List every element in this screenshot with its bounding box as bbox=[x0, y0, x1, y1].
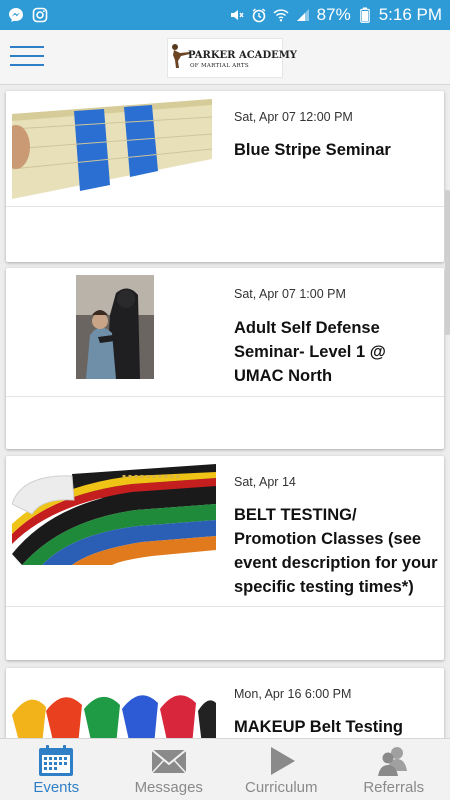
wifi-icon bbox=[273, 7, 289, 23]
nav-tab-curriculum[interactable]: Curriculum bbox=[225, 739, 338, 800]
scrollbar-thumb[interactable] bbox=[445, 190, 450, 335]
event-card[interactable]: Mon, Apr 16 6:00 PM MAKEUP Belt Testing bbox=[6, 668, 444, 738]
mute-icon bbox=[229, 7, 245, 23]
card-divider bbox=[6, 396, 444, 397]
colored-belts-image: ▪ ▪ ▪ ▪ ▪ ▪ ▪ ▪ ▪ ▪ bbox=[12, 464, 216, 565]
nav-tab-messages[interactable]: Messages bbox=[113, 739, 226, 800]
event-date: Mon, Apr 16 6:00 PM bbox=[234, 687, 352, 701]
nav-label-referrals: Referrals bbox=[363, 779, 425, 796]
logo-subtitle: OF MARTIAL ARTS bbox=[190, 63, 249, 69]
instagram-icon bbox=[32, 7, 48, 23]
self-defense-photo bbox=[76, 275, 154, 379]
status-bar: 87% 5:16 PM bbox=[0, 0, 450, 30]
card-divider bbox=[6, 206, 444, 207]
event-title[interactable]: Adult Self Defense Seminar- Level 1 @ UM… bbox=[234, 316, 439, 388]
battery-icon bbox=[357, 7, 373, 23]
event-title[interactable]: Blue Stripe Seminar bbox=[234, 138, 439, 162]
event-card[interactable]: Sat, Apr 07 12:00 PM Blue Stripe Seminar bbox=[6, 91, 444, 262]
calendar-icon bbox=[39, 745, 74, 776]
event-title[interactable]: BELT TESTING/ Promotion Classes (see eve… bbox=[234, 503, 439, 599]
nav-tab-events[interactable]: Events bbox=[0, 739, 113, 800]
nav-label-messages: Messages bbox=[134, 779, 203, 796]
academy-logo: PARKER ACADEMY OF MARTIAL ARTS bbox=[167, 38, 297, 78]
app-header: PARKER ACADEMY OF MARTIAL ARTS bbox=[0, 30, 450, 85]
svg-text:▪ ▪ ▪ ▪ ▪ ▪ ▪ ▪ ▪ ▪: ▪ ▪ ▪ ▪ ▪ ▪ ▪ ▪ ▪ ▪ bbox=[122, 473, 180, 480]
event-date: Sat, Apr 14 bbox=[234, 475, 296, 489]
alarm-icon bbox=[251, 7, 267, 23]
event-title[interactable]: MAKEUP Belt Testing bbox=[234, 715, 439, 738]
card-divider bbox=[6, 606, 444, 607]
bottom-nav: Events Messages Curriculum Referrals bbox=[0, 738, 450, 800]
signal-icon bbox=[295, 7, 311, 23]
logo-title: PARKER ACADEMY bbox=[188, 50, 297, 61]
events-list[interactable]: Sat, Apr 07 12:00 PM Blue Stripe Seminar… bbox=[0, 85, 450, 738]
nav-label-events: Events bbox=[33, 779, 80, 796]
belt-knots-image bbox=[12, 685, 216, 738]
event-date: Sat, Apr 07 1:00 PM bbox=[234, 287, 346, 301]
event-date: Sat, Apr 07 12:00 PM bbox=[234, 110, 353, 124]
messenger-icon bbox=[8, 7, 24, 23]
nav-tab-referrals[interactable]: Referrals bbox=[338, 739, 450, 800]
battery-percent: 87% bbox=[316, 5, 351, 24]
play-icon bbox=[271, 747, 296, 775]
nav-label-curriculum: Curriculum bbox=[244, 779, 318, 796]
people-icon bbox=[377, 747, 407, 776]
event-card[interactable]: ▪ ▪ ▪ ▪ ▪ ▪ ▪ ▪ ▪ ▪ Sat, Apr 14 BELT TES… bbox=[6, 456, 444, 660]
menu-icon[interactable] bbox=[10, 44, 44, 68]
event-card[interactable]: Sat, Apr 07 1:00 PM Adult Self Defense S… bbox=[6, 268, 444, 449]
blue-stripe-belt-image bbox=[12, 99, 212, 201]
envelope-icon bbox=[151, 749, 187, 774]
clock: 5:16 PM bbox=[378, 5, 442, 24]
